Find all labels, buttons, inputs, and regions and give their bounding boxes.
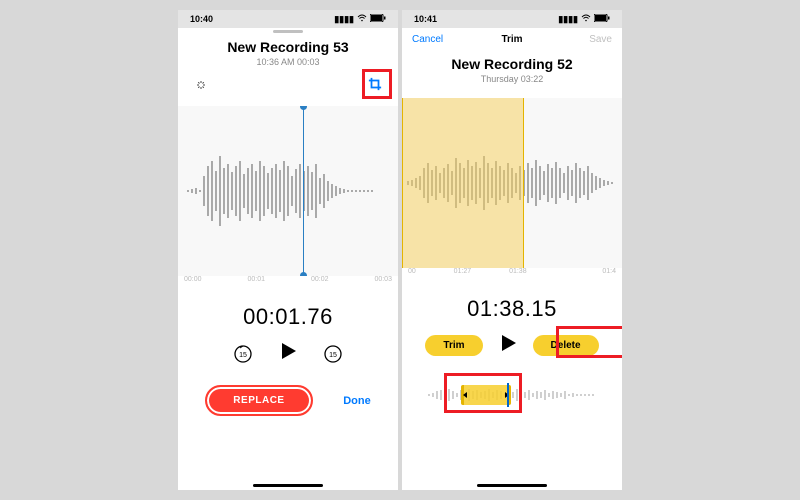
overview-selection[interactable] xyxy=(461,385,511,405)
ruler-tick: 01:4 xyxy=(602,268,616,282)
ruler-tick: 01:38 xyxy=(509,268,527,282)
skip-forward-button[interactable]: 15 xyxy=(323,344,343,364)
overview-track[interactable] xyxy=(402,379,622,411)
tool-row xyxy=(178,71,398,102)
delete-button[interactable]: Delete xyxy=(533,335,599,356)
skip-back-button[interactable]: 15 xyxy=(233,344,253,364)
bottom-actions: REPLACE Done xyxy=(178,385,398,416)
signal-icon: ▮▮▮▮ xyxy=(334,14,354,25)
phone-trim-recording: 10:41 ▮▮▮▮ Cancel Trim Save New Recordin… xyxy=(402,10,622,490)
battery-icon xyxy=(370,14,386,24)
ruler-tick: 00:03 xyxy=(374,276,392,290)
status-icons: ▮▮▮▮ xyxy=(334,14,386,25)
ruler-tick: 00 xyxy=(408,268,416,282)
wifi-icon xyxy=(357,14,367,24)
recording-title[interactable]: New Recording 53 xyxy=(178,39,398,55)
recording-subtitle: Thursday 03:22 xyxy=(402,74,622,84)
svg-text:15: 15 xyxy=(239,352,247,359)
recording-subtitle: 10:36 AM 00:03 xyxy=(178,57,398,67)
home-indicator[interactable] xyxy=(477,484,547,487)
battery-icon xyxy=(594,14,610,24)
ruler-tick: 01:27 xyxy=(454,268,472,282)
svg-text:15: 15 xyxy=(329,352,337,359)
recording-title[interactable]: New Recording 52 xyxy=(402,56,622,72)
trim-controls: Trim Delete xyxy=(402,332,622,359)
signal-icon: ▮▮▮▮ xyxy=(558,14,578,25)
trim-button[interactable]: Trim xyxy=(425,335,482,356)
status-bar: 10:40 ▮▮▮▮ xyxy=(178,10,398,28)
enhance-icon[interactable] xyxy=(194,78,208,95)
time-ruler: 00:00 00:01 00:02 00:03 xyxy=(178,276,398,290)
replace-button[interactable]: REPLACE xyxy=(205,385,312,416)
waveform-area[interactable] xyxy=(178,106,398,276)
trim-selection[interactable] xyxy=(402,98,524,268)
play-button[interactable] xyxy=(497,332,519,359)
elapsed-time: 01:38.15 xyxy=(402,296,622,322)
status-time: 10:40 xyxy=(190,14,213,24)
wifi-icon xyxy=(581,14,591,24)
playhead[interactable] xyxy=(303,106,304,276)
waveform-area[interactable] xyxy=(402,98,622,268)
home-indicator[interactable] xyxy=(253,484,323,487)
elapsed-time: 00:01.76 xyxy=(178,304,398,330)
ruler-tick: 00:00 xyxy=(184,276,202,290)
waveform xyxy=(178,106,398,276)
nav-title: Trim xyxy=(402,34,622,45)
nav-bar: Cancel Trim Save xyxy=(402,28,622,50)
status-time: 10:41 xyxy=(414,14,437,24)
ruler-tick: 00:01 xyxy=(247,276,265,290)
sheet-handle[interactable] xyxy=(273,30,303,33)
done-button[interactable]: Done xyxy=(343,395,371,407)
ruler-tick: 00:02 xyxy=(311,276,329,290)
phone-edit-recording: 10:40 ▮▮▮▮ New Recording 53 10:36 AM 00:… xyxy=(178,10,398,490)
playback-controls: 15 15 xyxy=(178,340,398,367)
time-ruler: 00 01:27 01:38 01:4 xyxy=(402,268,622,282)
status-icons: ▮▮▮▮ xyxy=(558,14,610,25)
crop-icon[interactable] xyxy=(368,77,382,96)
overview-waveform xyxy=(427,385,597,405)
play-button[interactable] xyxy=(277,340,299,367)
overview-playhead[interactable] xyxy=(507,383,509,407)
status-bar: 10:41 ▮▮▮▮ xyxy=(402,10,622,28)
